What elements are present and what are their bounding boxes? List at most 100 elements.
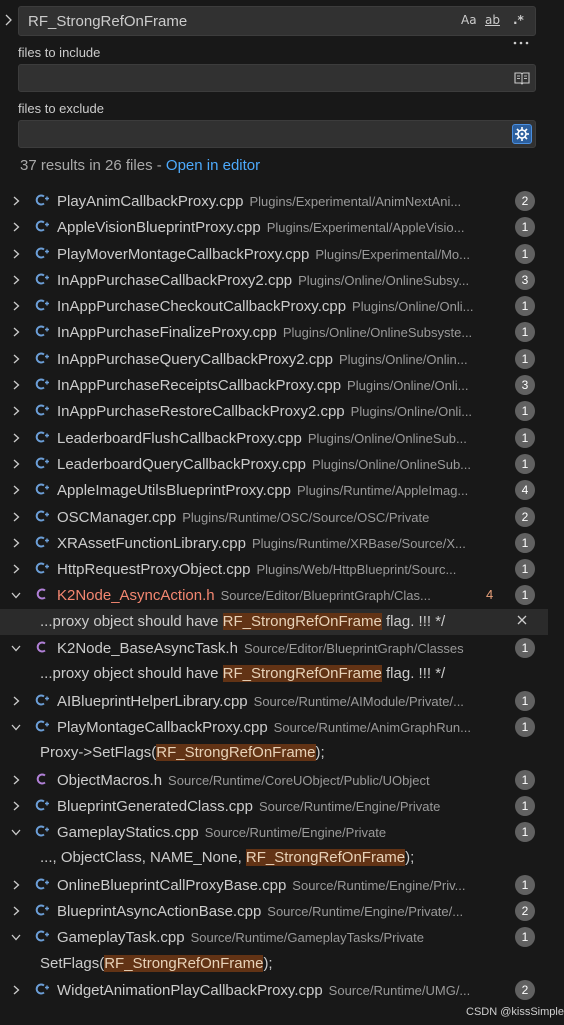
dismiss-close-icon[interactable] <box>516 613 530 627</box>
result-file-row[interactable]: InAppPurchaseCheckoutCallbackProxy.cpp Pl… <box>0 293 548 319</box>
chevron-down-icon[interactable] <box>10 588 24 602</box>
result-file-label[interactable]: InAppPurchaseCallbackProxy2.cpp Plugins/O… <box>57 272 507 290</box>
use-regex-button[interactable]: .* <box>513 13 531 31</box>
chevron-right-icon[interactable] <box>10 773 24 787</box>
result-file-row[interactable]: K2Node_BaseAsyncTask.h Source/Editor/Blue… <box>0 635 548 661</box>
chevron-down-icon[interactable] <box>10 825 24 839</box>
files-to-exclude-input[interactable] <box>18 120 536 148</box>
chevron-right-icon[interactable] <box>10 404 24 418</box>
book-icon[interactable] <box>512 68 532 88</box>
result-file-row[interactable]: InAppPurchaseQueryCallbackProxy2.cpp Plug… <box>0 346 548 372</box>
match-line[interactable]: ..., ObjectClass, NAME_None, RF_StrongRe… <box>0 845 548 871</box>
chevron-right-icon[interactable] <box>10 352 24 366</box>
chevron-right-icon[interactable] <box>10 562 24 576</box>
result-file-row[interactable]: K2Node_AsyncAction.h Source/Editor/Bluepr… <box>0 582 548 608</box>
result-file-label[interactable]: AppleImageUtilsBlueprintProxy.cpp Plugins… <box>57 482 507 500</box>
chevron-right-icon[interactable] <box>10 799 24 813</box>
result-file-label[interactable]: WidgetAnimationPlayCallbackProxy.cpp Sour… <box>57 982 507 1000</box>
result-file-label[interactable]: K2Node_BaseAsyncTask.h Source/Editor/Blue… <box>57 640 507 658</box>
chevron-right-icon[interactable] <box>10 247 24 261</box>
chevron-right-icon[interactable] <box>10 983 24 997</box>
result-file-row[interactable]: BlueprintGeneratedClass.cpp Source/Runtim… <box>0 793 548 819</box>
match-line[interactable]: ...proxy object should have RF_StrongRef… <box>0 608 548 636</box>
chevron-right-icon[interactable] <box>10 273 24 287</box>
result-file-label[interactable]: GameplayTask.cpp Source/Runtime/GameplayT… <box>57 929 507 947</box>
chevron-right-icon[interactable] <box>10 194 24 208</box>
match-preview[interactable]: ...proxy object should have RF_StrongRef… <box>40 612 445 630</box>
match-case-button[interactable]: Aa <box>461 13 479 31</box>
result-file-row[interactable]: WidgetAnimationPlayCallbackProxy.cpp Sour… <box>0 977 548 1003</box>
open-in-editor-link[interactable]: Open in editor <box>166 157 260 174</box>
match-whole-word-button[interactable]: ab <box>485 13 505 31</box>
result-file-label[interactable]: PlayAnimCallbackProxy.cpp Plugins/Experim… <box>57 193 507 211</box>
chevron-down-icon[interactable] <box>10 720 24 734</box>
result-file-label[interactable]: InAppPurchaseQueryCallbackProxy2.cpp Plug… <box>57 351 507 369</box>
match-line[interactable]: ...proxy object should have RF_StrongRef… <box>0 661 548 687</box>
result-file-label[interactable]: OSCManager.cpp Plugins/Runtime/OSC/Source… <box>57 509 507 527</box>
result-file-row[interactable]: XRAssetFunctionLibrary.cpp Plugins/Runtim… <box>0 530 548 556</box>
result-file-row[interactable]: GameplayTask.cpp Source/Runtime/GameplayT… <box>0 924 548 950</box>
chevron-right-icon[interactable] <box>10 325 24 339</box>
result-file-row[interactable]: AppleImageUtilsBlueprintProxy.cpp Plugins… <box>0 477 548 503</box>
search-input[interactable]: RF_StrongRefOnFrame Aa ab .* <box>18 6 536 36</box>
result-file-row[interactable]: PlayMontageCallbackProxy.cpp Source/Runti… <box>0 714 548 740</box>
match-preview[interactable]: ...proxy object should have RF_StrongRef… <box>40 665 445 683</box>
chevron-down-icon[interactable] <box>10 930 24 944</box>
match-line[interactable]: Proxy->SetFlags(RF_StrongRefOnFrame); <box>0 740 548 766</box>
result-file-row[interactable]: LeaderboardQueryCallbackProxy.cpp Plugins… <box>0 451 548 477</box>
result-file-row[interactable]: InAppPurchaseFinalizeProxy.cpp Plugins/On… <box>0 319 548 345</box>
result-file-row[interactable]: OnlineBlueprintCallProxyBase.cpp Source/R… <box>0 872 548 898</box>
result-file-label[interactable]: K2Node_AsyncAction.h Source/Editor/Bluepr… <box>57 587 507 605</box>
result-file-label[interactable]: InAppPurchaseRestoreCallbackProxy2.cpp Pl… <box>57 403 507 421</box>
result-file-row[interactable]: InAppPurchaseCallbackProxy2.cpp Plugins/O… <box>0 267 548 293</box>
result-file-label[interactable]: PlayMontageCallbackProxy.cpp Source/Runti… <box>57 719 507 737</box>
chevron-right-icon[interactable] <box>10 878 24 892</box>
chevron-right-icon[interactable] <box>10 694 24 708</box>
result-file-label[interactable]: PlayMoverMontageCallbackProxy.cpp Plugins… <box>57 246 507 264</box>
result-file-row[interactable]: HttpRequestProxyObject.cpp Plugins/Web/Ht… <box>0 556 548 582</box>
toggle-replace-chevron-icon[interactable] <box>3 13 15 29</box>
result-file-row[interactable]: PlayMoverMontageCallbackProxy.cpp Plugins… <box>0 241 548 267</box>
files-to-include-input[interactable] <box>18 64 536 92</box>
match-line[interactable]: SetFlags(RF_StrongRefOnFrame); <box>0 951 548 977</box>
result-file-label[interactable]: AIBlueprintHelperLibrary.cpp Source/Runti… <box>57 693 507 711</box>
result-file-label[interactable]: InAppPurchaseCheckoutCallbackProxy.cpp Pl… <box>57 298 507 316</box>
chevron-right-icon[interactable] <box>10 510 24 524</box>
chevron-right-icon[interactable] <box>10 457 24 471</box>
result-file-label[interactable]: ObjectMacros.h Source/Runtime/CoreUObject… <box>57 772 507 790</box>
exclude-settings-gear-icon[interactable] <box>512 124 532 144</box>
result-file-label[interactable]: InAppPurchaseFinalizeProxy.cpp Plugins/On… <box>57 324 507 342</box>
match-preview[interactable]: ..., ObjectClass, NAME_None, RF_StrongRe… <box>40 849 414 867</box>
more-options-icon[interactable] <box>512 36 532 50</box>
result-file-label[interactable]: XRAssetFunctionLibrary.cpp Plugins/Runtim… <box>57 535 507 553</box>
chevron-right-icon[interactable] <box>10 299 24 313</box>
result-file-row[interactable]: BlueprintAsyncActionBase.cpp Source/Runti… <box>0 898 548 924</box>
result-file-row[interactable]: PlayAnimCallbackProxy.cpp Plugins/Experim… <box>0 188 548 214</box>
chevron-right-icon[interactable] <box>10 431 24 445</box>
match-preview[interactable]: SetFlags(RF_StrongRefOnFrame); <box>40 954 273 972</box>
chevron-down-icon[interactable] <box>10 641 24 655</box>
result-file-row[interactable]: InAppPurchaseRestoreCallbackProxy2.cpp Pl… <box>0 398 548 424</box>
result-file-label[interactable]: AppleVisionBlueprintProxy.cpp Plugins/Exp… <box>57 219 507 237</box>
result-file-row[interactable]: AppleVisionBlueprintProxy.cpp Plugins/Exp… <box>0 214 548 240</box>
chevron-right-icon[interactable] <box>10 904 24 918</box>
chevron-right-icon[interactable] <box>10 536 24 550</box>
result-file-row[interactable]: AIBlueprintHelperLibrary.cpp Source/Runti… <box>0 688 548 714</box>
result-file-label[interactable]: LeaderboardFlushCallbackProxy.cpp Plugins… <box>57 430 507 448</box>
match-preview[interactable]: Proxy->SetFlags(RF_StrongRefOnFrame); <box>40 744 325 762</box>
result-file-label[interactable]: InAppPurchaseReceiptsCallbackProxy.cpp Pl… <box>57 377 507 395</box>
result-file-row[interactable]: GameplayStatics.cpp Source/Runtime/Engine… <box>0 819 548 845</box>
result-file-row[interactable]: ObjectMacros.h Source/Runtime/CoreUObject… <box>0 767 548 793</box>
chevron-right-icon[interactable] <box>10 220 24 234</box>
search-query[interactable]: RF_StrongRefOnFrame <box>28 13 187 30</box>
result-file-label[interactable]: BlueprintAsyncActionBase.cpp Source/Runti… <box>57 903 507 921</box>
result-file-label[interactable]: GameplayStatics.cpp Source/Runtime/Engine… <box>57 824 507 842</box>
result-file-label[interactable]: HttpRequestProxyObject.cpp Plugins/Web/Ht… <box>57 561 507 579</box>
result-file-row[interactable]: OSCManager.cpp Plugins/Runtime/OSC/Source… <box>0 504 548 530</box>
chevron-right-icon[interactable] <box>10 378 24 392</box>
result-file-row[interactable]: InAppPurchaseReceiptsCallbackProxy.cpp Pl… <box>0 372 548 398</box>
results-scrollbar[interactable] <box>548 188 562 1018</box>
result-file-label[interactable]: LeaderboardQueryCallbackProxy.cpp Plugins… <box>57 456 507 474</box>
result-file-row[interactable]: LeaderboardFlushCallbackProxy.cpp Plugins… <box>0 425 548 451</box>
chevron-right-icon[interactable] <box>10 483 24 497</box>
